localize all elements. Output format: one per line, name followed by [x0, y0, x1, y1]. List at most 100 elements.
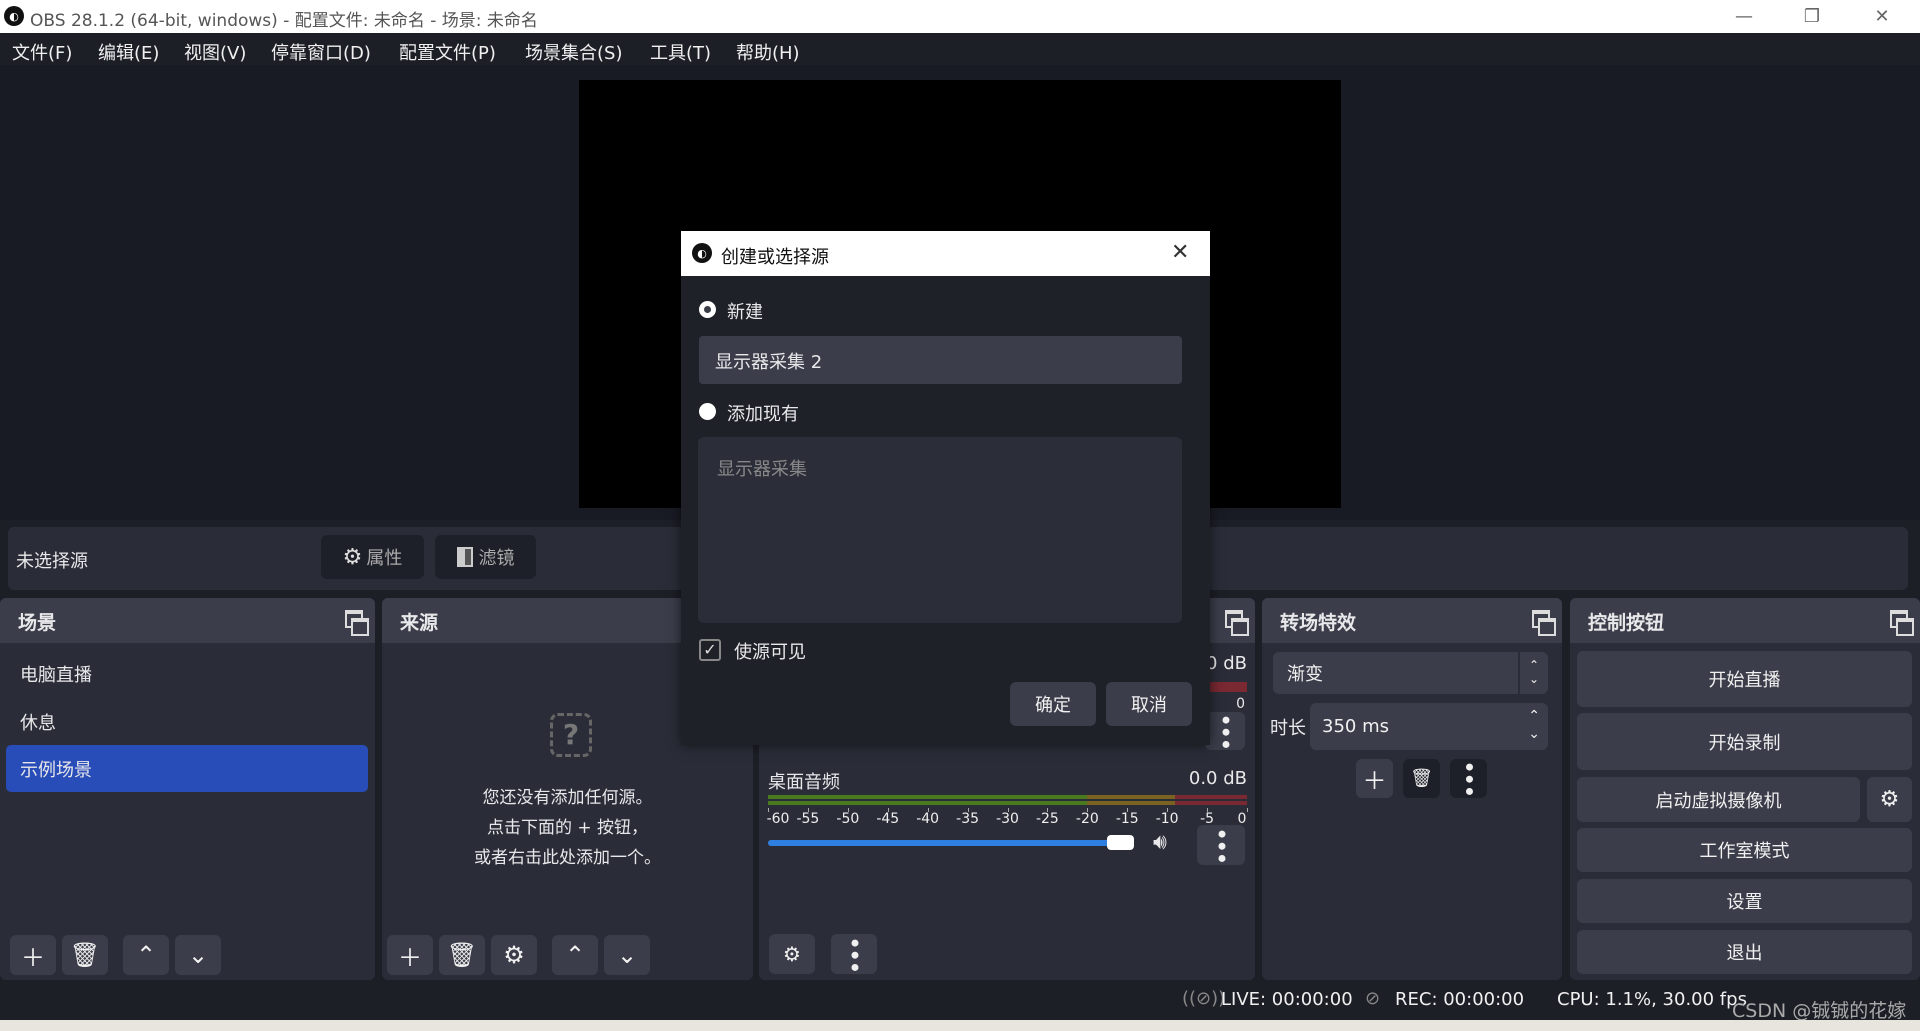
meter-scale: -60 -55 -50 -45 -40 -35 -30 -25 -20 -15 -10 -5 0: [767, 808, 1248, 828]
remove-scene-button[interactable]: 🗑: [62, 935, 108, 975]
scene-item[interactable]: 休息: [6, 698, 368, 745]
settings-button[interactable]: 设置: [1577, 879, 1912, 923]
visible-label[interactable]: 使源可见: [734, 638, 806, 664]
existing-sources-list[interactable]: 显示器采集: [698, 437, 1182, 623]
cpu-fps: CPU: 1.1%, 30.00 fps: [1557, 989, 1747, 1010]
float-dock-icon[interactable]: [1890, 610, 1914, 636]
hidden-channel-menu-button[interactable]: •••: [1205, 712, 1245, 750]
live-time: LIVE: 00:00:00: [1221, 989, 1353, 1010]
transition-select[interactable]: 渐变 ⌃ ⌄: [1273, 652, 1548, 694]
meter-tick-label: -35: [956, 811, 980, 827]
controls-dock: 控制按钮 开始直播 开始录制 启动虚拟摄像机 ⚙ 工作室模式 设置 退出: [1570, 598, 1920, 980]
menu-profile[interactable]: 配置文件(P): [399, 39, 496, 65]
menu-docks[interactable]: 停靠窗口(D): [271, 39, 371, 65]
move-scene-up-button[interactable]: ⌃: [123, 935, 169, 975]
speaker-icon[interactable]: 🔊︎: [1153, 830, 1167, 855]
volume-slider-thumb[interactable]: [1107, 835, 1134, 850]
channel-menu-button[interactable]: •••: [1197, 825, 1245, 865]
float-dock-icon[interactable]: [345, 610, 369, 636]
spin-arrows-icon[interactable]: ⌃ ⌄: [1528, 707, 1540, 743]
more-vertical-icon: •••: [1211, 712, 1239, 750]
studio-mode-button[interactable]: 工作室模式: [1577, 828, 1912, 872]
obs-logo-icon: ◐: [692, 243, 712, 263]
menu-help[interactable]: 帮助(H): [736, 39, 800, 65]
hidden-channel-tick: 0: [1236, 696, 1245, 712]
scene-item-selected[interactable]: 示例场景: [6, 745, 368, 792]
menu-file[interactable]: 文件(F): [12, 39, 72, 65]
menu-bar: 文件(F) 编辑(E) 视图(V) 停靠窗口(D) 配置文件(P) 场景集合(S…: [0, 33, 1920, 65]
transitions-dock: 转场特效 渐变 ⌃ ⌄ 时长 350 ms ⌃ ⌄ ＋ 🗑 •••: [1262, 598, 1562, 980]
duration-label: 时长: [1270, 718, 1306, 739]
source-properties-button[interactable]: ⚙: [491, 935, 537, 975]
new-radio[interactable]: [699, 301, 716, 318]
gear-icon: ⚙: [342, 544, 363, 570]
exit-button[interactable]: 退出: [1577, 930, 1912, 974]
restore-button[interactable]: ❐: [1782, 0, 1842, 33]
scene-item[interactable]: 电脑直播: [6, 650, 368, 697]
updown-chevron-icon: ⌃ ⌄: [1518, 652, 1548, 694]
existing-source-item[interactable]: 显示器采集: [717, 455, 807, 481]
empty-line: 您还没有添加任何源。: [482, 788, 653, 808]
add-scene-button[interactable]: ＋: [10, 935, 56, 975]
trash-icon: 🗑: [1410, 768, 1433, 789]
meter-tick-label: -40: [916, 811, 940, 827]
meter-tick-label: -20: [1075, 811, 1099, 827]
start-recording-button[interactable]: 开始录制: [1577, 713, 1912, 770]
mixer-menu-button[interactable]: •••: [831, 934, 877, 974]
controls-title: 控制按钮: [1570, 598, 1920, 643]
menu-tools[interactable]: 工具(T): [650, 39, 711, 65]
transitions-title: 转场特效: [1262, 598, 1562, 643]
channel-name: 桌面音频: [768, 772, 840, 793]
mixer-advanced-settings-button[interactable]: ⚙: [769, 934, 815, 974]
menu-edit[interactable]: 编辑(E): [98, 39, 159, 65]
move-source-up-button[interactable]: ⌃: [552, 935, 598, 975]
properties-button[interactable]: ⚙ 属性: [321, 535, 424, 579]
gear-icon: ⚙: [503, 941, 525, 969]
close-icon[interactable]: ✕: [1171, 240, 1189, 265]
minimize-button[interactable]: —: [1714, 0, 1774, 33]
filters-button[interactable]: 滤镜: [435, 535, 536, 579]
empty-line: 或者右击此处添加一个。: [474, 848, 661, 868]
add-transition-button[interactable]: ＋: [1356, 759, 1393, 798]
chevron-down-icon: ⌄: [616, 941, 638, 969]
dialog-title-bar: ◐ 创建或选择源 ✕: [681, 231, 1210, 276]
question-icon: ?: [550, 713, 592, 757]
add-existing-radio[interactable]: [699, 403, 716, 420]
more-vertical-icon: •••: [840, 935, 868, 973]
plus-icon: ＋: [1362, 767, 1387, 795]
virtual-camera-settings-button[interactable]: ⚙: [1867, 777, 1912, 822]
meter-tick-label: -50: [836, 811, 860, 827]
scenes-dock: 场景 电脑直播 休息 示例场景 ＋ 🗑 ⌃ ⌄: [0, 598, 375, 980]
start-virtual-camera-button[interactable]: 启动虚拟摄像机: [1577, 777, 1860, 822]
move-source-down-button[interactable]: ⌄: [604, 935, 650, 975]
float-dock-icon[interactable]: [1532, 610, 1556, 636]
visible-checkbox[interactable]: ✓: [699, 639, 721, 661]
trash-icon: 🗑: [69, 941, 101, 969]
new-source-name-input[interactable]: 显示器采集 2: [699, 336, 1182, 384]
duration-value: 350 ms: [1322, 716, 1389, 737]
move-scene-down-button[interactable]: ⌄: [175, 935, 221, 975]
float-dock-icon[interactable]: [1225, 610, 1249, 636]
ok-button[interactable]: 确定: [1010, 682, 1096, 726]
duration-spinbox[interactable]: 350 ms ⌃ ⌄: [1310, 703, 1548, 750]
stream-status-icon: ((⊘)): [1182, 988, 1226, 1009]
add-existing-label[interactable]: 添加现有: [727, 400, 799, 426]
cancel-button[interactable]: 取消: [1106, 682, 1192, 726]
new-label[interactable]: 新建: [727, 298, 763, 324]
menu-view[interactable]: 视图(V): [184, 39, 246, 65]
more-vertical-icon: •••: [1454, 760, 1483, 797]
plus-icon: ＋: [21, 943, 45, 972]
start-streaming-button[interactable]: 开始直播: [1577, 651, 1912, 707]
menu-scene-collection[interactable]: 场景集合(S): [525, 39, 622, 65]
plus-icon: ＋: [398, 943, 422, 972]
add-source-button[interactable]: ＋: [387, 935, 433, 975]
remove-source-button[interactable]: 🗑: [439, 935, 485, 975]
meter-tick-label: -15: [1115, 811, 1139, 827]
meter-segment: [1087, 801, 1176, 805]
meter-segment: [768, 795, 1088, 799]
transition-menu-button[interactable]: •••: [1450, 759, 1487, 798]
volume-slider[interactable]: [768, 835, 1134, 850]
meter-tick-label: -30: [996, 811, 1019, 827]
remove-transition-button[interactable]: 🗑: [1403, 759, 1440, 798]
close-button[interactable]: ✕: [1852, 0, 1912, 33]
